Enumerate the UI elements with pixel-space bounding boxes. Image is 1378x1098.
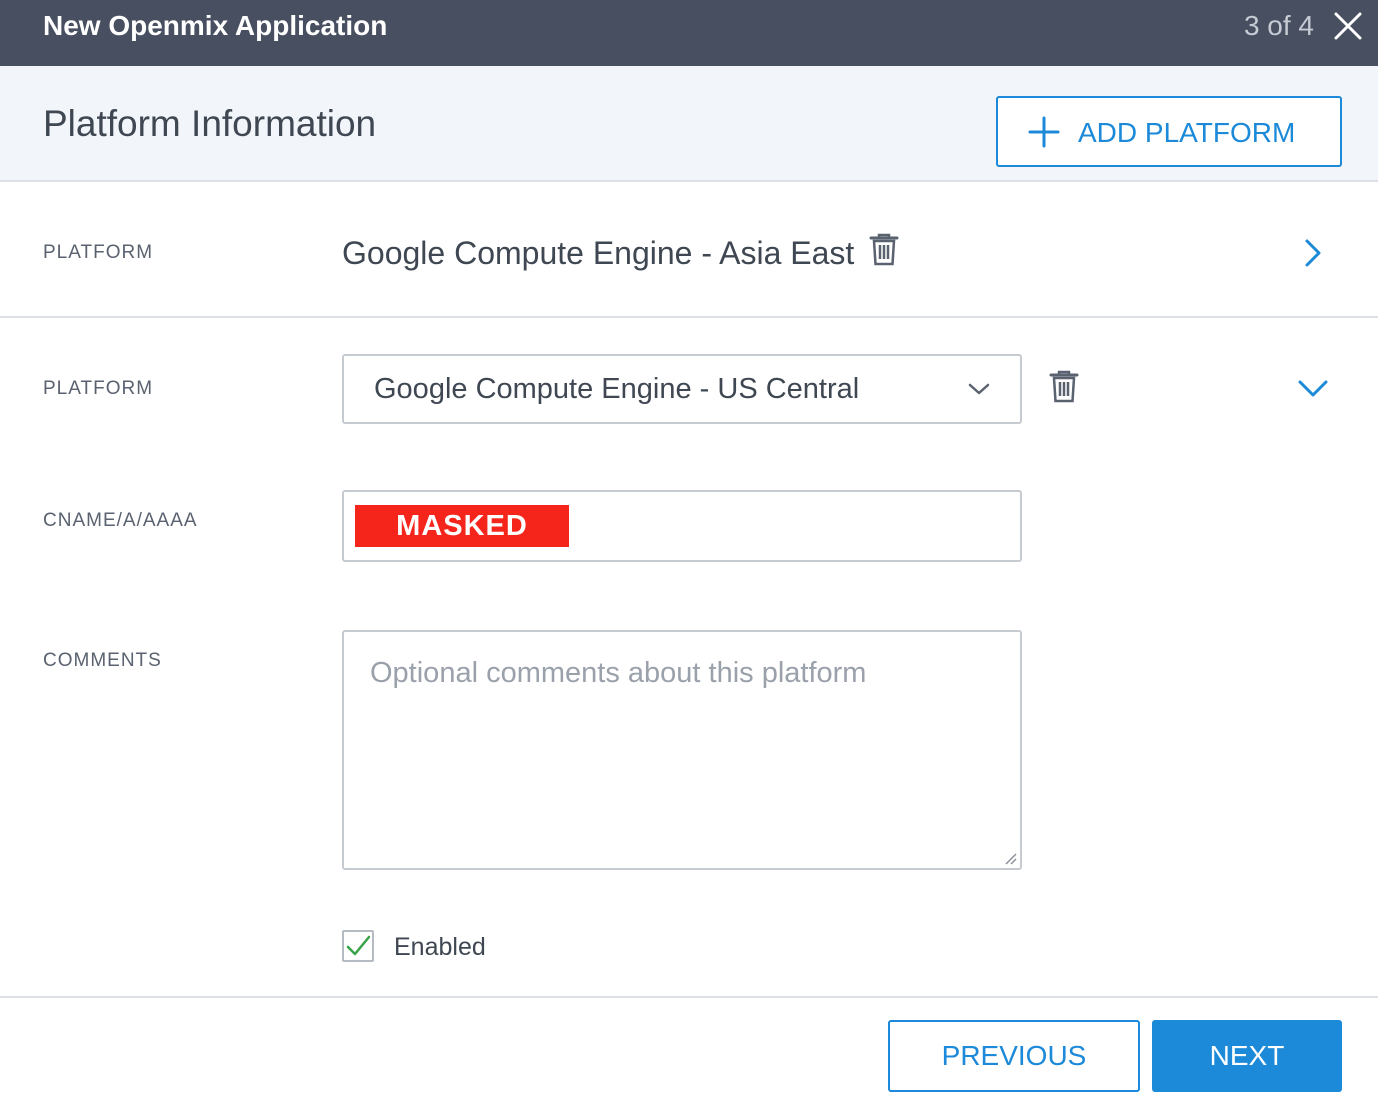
masked-value: MASKED <box>355 505 569 547</box>
add-platform-label: ADD PLATFORM <box>1078 117 1296 148</box>
add-platform-button[interactable]: ADD PLATFORM <box>996 96 1342 167</box>
enabled-label: Enabled <box>394 933 486 961</box>
plus-icon <box>1028 116 1060 148</box>
step-indicator: 3 of 4 <box>1243 10 1314 41</box>
cname-label: CNAME/A/AAAA <box>43 510 198 531</box>
enabled-checkbox[interactable] <box>342 930 374 962</box>
trash-icon[interactable] <box>1049 370 1079 404</box>
resize-handle-icon[interactable] <box>1002 850 1018 866</box>
page-title: Platform Information <box>43 103 377 144</box>
platform-value: Google Compute Engine - Asia East <box>342 235 855 271</box>
previous-button[interactable]: PREVIOUS <box>888 1020 1140 1092</box>
platform-label-2: PLATFORM <box>43 378 154 399</box>
close-icon[interactable] <box>1332 10 1364 42</box>
chevron-down-icon <box>966 380 992 398</box>
next-button[interactable]: NEXT <box>1152 1020 1342 1092</box>
platform-label: PLATFORM <box>43 242 154 263</box>
comments-label: COMMENTS <box>43 650 162 671</box>
platform-select[interactable]: Google Compute Engine - US Central <box>342 354 1022 424</box>
chevron-right-icon[interactable] <box>1302 238 1324 268</box>
title-bar: New Openmix Application 3 of 4 <box>0 0 1378 66</box>
dialog-title: New Openmix Application <box>43 10 388 41</box>
chevron-down-icon[interactable] <box>1296 376 1330 400</box>
comments-placeholder: Optional comments about this platform <box>370 657 867 689</box>
dialog-footer: PREVIOUS NEXT <box>0 996 1378 1098</box>
platform-row-collapsed[interactable]: PLATFORM Google Compute Engine - Asia Ea… <box>0 182 1378 318</box>
platform-select-value: Google Compute Engine - US Central <box>374 373 860 405</box>
trash-icon[interactable] <box>869 233 899 267</box>
checkmark-icon <box>346 935 371 956</box>
comments-textarea[interactable]: Optional comments about this platform <box>342 630 1022 870</box>
cname-input[interactable]: MASKED <box>342 490 1022 562</box>
section-header: Platform Information ADD PLATFORM <box>0 66 1378 182</box>
